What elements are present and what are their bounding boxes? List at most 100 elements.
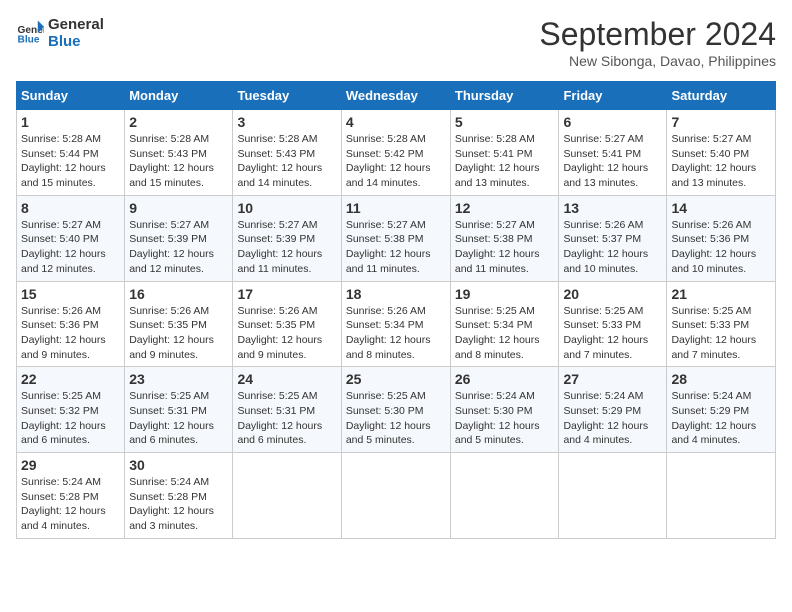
header-cell-thursday: Thursday	[450, 82, 559, 110]
title-area: September 2024 New Sibonga, Davao, Phili…	[539, 16, 776, 69]
cell-info: Sunrise: 5:25 AMSunset: 5:33 PMDaylight:…	[671, 304, 771, 363]
cell-info: Sunrise: 5:26 AMSunset: 5:36 PMDaylight:…	[671, 218, 771, 277]
calendar-cell: 11 Sunrise: 5:27 AMSunset: 5:38 PMDaylig…	[341, 195, 450, 281]
calendar-cell: 25 Sunrise: 5:25 AMSunset: 5:30 PMDaylig…	[341, 367, 450, 453]
calendar-cell: 29 Sunrise: 5:24 AMSunset: 5:28 PMDaylig…	[17, 453, 125, 539]
cell-day-number: 7	[671, 114, 771, 130]
calendar-cell: 19 Sunrise: 5:25 AMSunset: 5:34 PMDaylig…	[450, 281, 559, 367]
cell-day-number: 2	[129, 114, 228, 130]
cell-day-number: 8	[21, 200, 120, 216]
calendar-cell: 12 Sunrise: 5:27 AMSunset: 5:38 PMDaylig…	[450, 195, 559, 281]
header-cell-monday: Monday	[125, 82, 233, 110]
cell-info: Sunrise: 5:24 AMSunset: 5:30 PMDaylight:…	[455, 389, 555, 448]
cell-info: Sunrise: 5:26 AMSunset: 5:35 PMDaylight:…	[237, 304, 336, 363]
calendar-week-row: 15 Sunrise: 5:26 AMSunset: 5:36 PMDaylig…	[17, 281, 776, 367]
cell-info: Sunrise: 5:26 AMSunset: 5:34 PMDaylight:…	[346, 304, 446, 363]
calendar-cell: 7 Sunrise: 5:27 AMSunset: 5:40 PMDayligh…	[667, 110, 776, 196]
calendar-week-row: 8 Sunrise: 5:27 AMSunset: 5:40 PMDayligh…	[17, 195, 776, 281]
location-title: New Sibonga, Davao, Philippines	[539, 53, 776, 69]
cell-day-number: 16	[129, 286, 228, 302]
cell-info: Sunrise: 5:27 AMSunset: 5:38 PMDaylight:…	[346, 218, 446, 277]
cell-day-number: 27	[563, 371, 662, 387]
calendar-cell: 5 Sunrise: 5:28 AMSunset: 5:41 PMDayligh…	[450, 110, 559, 196]
cell-day-number: 13	[563, 200, 662, 216]
calendar-table: SundayMondayTuesdayWednesdayThursdayFrid…	[16, 81, 776, 539]
calendar-cell	[341, 453, 450, 539]
header-cell-tuesday: Tuesday	[233, 82, 341, 110]
cell-day-number: 22	[21, 371, 120, 387]
cell-info: Sunrise: 5:27 AMSunset: 5:38 PMDaylight:…	[455, 218, 555, 277]
cell-day-number: 1	[21, 114, 120, 130]
cell-day-number: 4	[346, 114, 446, 130]
calendar-cell: 9 Sunrise: 5:27 AMSunset: 5:39 PMDayligh…	[125, 195, 233, 281]
cell-info: Sunrise: 5:25 AMSunset: 5:30 PMDaylight:…	[346, 389, 446, 448]
cell-info: Sunrise: 5:27 AMSunset: 5:39 PMDaylight:…	[129, 218, 228, 277]
cell-info: Sunrise: 5:24 AMSunset: 5:29 PMDaylight:…	[563, 389, 662, 448]
header-cell-sunday: Sunday	[17, 82, 125, 110]
cell-day-number: 6	[563, 114, 662, 130]
calendar-cell: 15 Sunrise: 5:26 AMSunset: 5:36 PMDaylig…	[17, 281, 125, 367]
calendar-cell: 13 Sunrise: 5:26 AMSunset: 5:37 PMDaylig…	[559, 195, 667, 281]
cell-info: Sunrise: 5:28 AMSunset: 5:44 PMDaylight:…	[21, 132, 120, 191]
calendar-week-row: 29 Sunrise: 5:24 AMSunset: 5:28 PMDaylig…	[17, 453, 776, 539]
calendar-cell	[233, 453, 341, 539]
cell-info: Sunrise: 5:24 AMSunset: 5:29 PMDaylight:…	[671, 389, 771, 448]
cell-day-number: 10	[237, 200, 336, 216]
cell-day-number: 14	[671, 200, 771, 216]
calendar-week-row: 22 Sunrise: 5:25 AMSunset: 5:32 PMDaylig…	[17, 367, 776, 453]
calendar-cell: 28 Sunrise: 5:24 AMSunset: 5:29 PMDaylig…	[667, 367, 776, 453]
cell-info: Sunrise: 5:25 AMSunset: 5:32 PMDaylight:…	[21, 389, 120, 448]
calendar-cell: 3 Sunrise: 5:28 AMSunset: 5:43 PMDayligh…	[233, 110, 341, 196]
calendar-cell: 17 Sunrise: 5:26 AMSunset: 5:35 PMDaylig…	[233, 281, 341, 367]
cell-info: Sunrise: 5:28 AMSunset: 5:41 PMDaylight:…	[455, 132, 555, 191]
month-title: September 2024	[539, 16, 776, 53]
calendar-week-row: 1 Sunrise: 5:28 AMSunset: 5:44 PMDayligh…	[17, 110, 776, 196]
logo-text: GeneralBlue	[48, 16, 104, 50]
calendar-cell: 8 Sunrise: 5:27 AMSunset: 5:40 PMDayligh…	[17, 195, 125, 281]
calendar-cell: 20 Sunrise: 5:25 AMSunset: 5:33 PMDaylig…	[559, 281, 667, 367]
calendar-cell: 18 Sunrise: 5:26 AMSunset: 5:34 PMDaylig…	[341, 281, 450, 367]
header-cell-friday: Friday	[559, 82, 667, 110]
calendar-cell	[450, 453, 559, 539]
cell-info: Sunrise: 5:25 AMSunset: 5:33 PMDaylight:…	[563, 304, 662, 363]
calendar-cell: 6 Sunrise: 5:27 AMSunset: 5:41 PMDayligh…	[559, 110, 667, 196]
cell-day-number: 20	[563, 286, 662, 302]
calendar-cell: 30 Sunrise: 5:24 AMSunset: 5:28 PMDaylig…	[125, 453, 233, 539]
calendar-cell: 1 Sunrise: 5:28 AMSunset: 5:44 PMDayligh…	[17, 110, 125, 196]
cell-info: Sunrise: 5:27 AMSunset: 5:41 PMDaylight:…	[563, 132, 662, 191]
cell-day-number: 24	[237, 371, 336, 387]
cell-day-number: 30	[129, 457, 228, 473]
cell-day-number: 26	[455, 371, 555, 387]
calendar-cell: 14 Sunrise: 5:26 AMSunset: 5:36 PMDaylig…	[667, 195, 776, 281]
cell-info: Sunrise: 5:27 AMSunset: 5:39 PMDaylight:…	[237, 218, 336, 277]
cell-info: Sunrise: 5:25 AMSunset: 5:31 PMDaylight:…	[129, 389, 228, 448]
calendar-cell: 16 Sunrise: 5:26 AMSunset: 5:35 PMDaylig…	[125, 281, 233, 367]
calendar-cell: 27 Sunrise: 5:24 AMSunset: 5:29 PMDaylig…	[559, 367, 667, 453]
cell-info: Sunrise: 5:24 AMSunset: 5:28 PMDaylight:…	[21, 475, 120, 534]
cell-info: Sunrise: 5:26 AMSunset: 5:37 PMDaylight:…	[563, 218, 662, 277]
calendar-cell: 22 Sunrise: 5:25 AMSunset: 5:32 PMDaylig…	[17, 367, 125, 453]
calendar-cell	[559, 453, 667, 539]
logo-icon: General Blue	[16, 19, 44, 47]
cell-info: Sunrise: 5:26 AMSunset: 5:35 PMDaylight:…	[129, 304, 228, 363]
cell-info: Sunrise: 5:28 AMSunset: 5:43 PMDaylight:…	[237, 132, 336, 191]
cell-day-number: 9	[129, 200, 228, 216]
calendar-cell: 10 Sunrise: 5:27 AMSunset: 5:39 PMDaylig…	[233, 195, 341, 281]
calendar-cell: 4 Sunrise: 5:28 AMSunset: 5:42 PMDayligh…	[341, 110, 450, 196]
cell-day-number: 19	[455, 286, 555, 302]
cell-info: Sunrise: 5:28 AMSunset: 5:43 PMDaylight:…	[129, 132, 228, 191]
logo: General Blue GeneralBlue	[16, 16, 104, 50]
calendar-cell: 21 Sunrise: 5:25 AMSunset: 5:33 PMDaylig…	[667, 281, 776, 367]
cell-day-number: 29	[21, 457, 120, 473]
cell-info: Sunrise: 5:25 AMSunset: 5:34 PMDaylight:…	[455, 304, 555, 363]
cell-day-number: 12	[455, 200, 555, 216]
cell-info: Sunrise: 5:26 AMSunset: 5:36 PMDaylight:…	[21, 304, 120, 363]
cell-info: Sunrise: 5:24 AMSunset: 5:28 PMDaylight:…	[129, 475, 228, 534]
cell-info: Sunrise: 5:25 AMSunset: 5:31 PMDaylight:…	[237, 389, 336, 448]
calendar-cell	[667, 453, 776, 539]
calendar-header-row: SundayMondayTuesdayWednesdayThursdayFrid…	[17, 82, 776, 110]
calendar-cell: 24 Sunrise: 5:25 AMSunset: 5:31 PMDaylig…	[233, 367, 341, 453]
cell-day-number: 15	[21, 286, 120, 302]
cell-day-number: 18	[346, 286, 446, 302]
cell-day-number: 25	[346, 371, 446, 387]
